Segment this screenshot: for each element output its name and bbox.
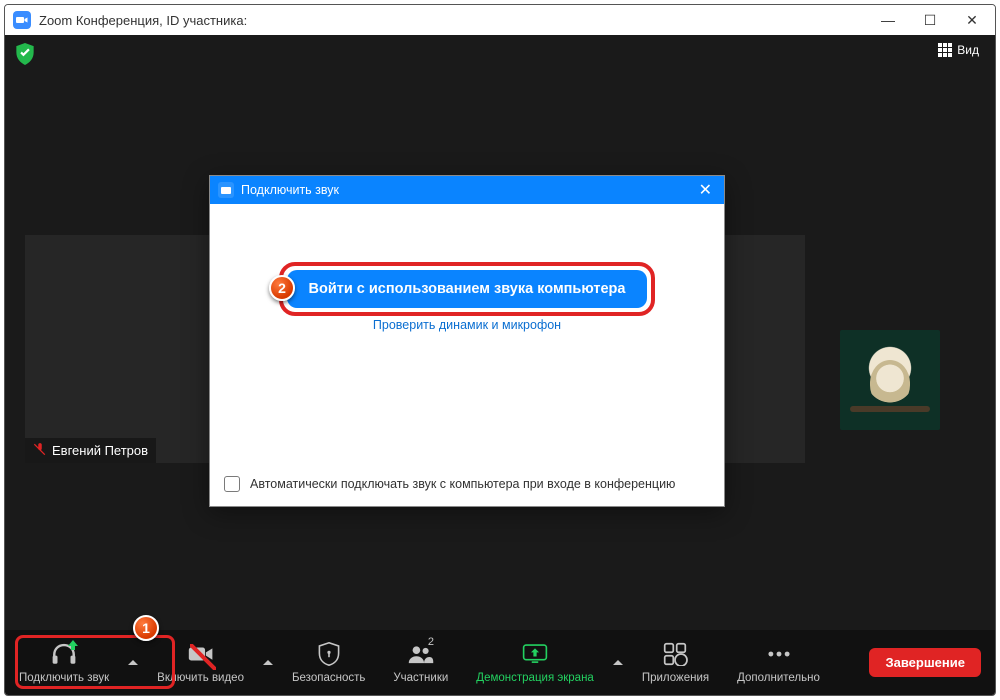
tutorial-highlight-primary-button: Войти с использованием звука компьютера xyxy=(279,262,656,316)
join-computer-audio-label: Войти с использованием звука компьютера xyxy=(309,281,626,297)
headphones-icon xyxy=(51,642,77,672)
join-audio-label: Подключить звук xyxy=(19,672,109,684)
share-screen-button[interactable]: Демонстрация экрана xyxy=(462,630,608,695)
more-button[interactable]: Дополнительно xyxy=(723,630,834,695)
end-meeting-button[interactable]: Завершение xyxy=(869,648,981,677)
muted-mic-icon xyxy=(33,442,47,459)
participants-count-badge: 2 xyxy=(428,636,434,648)
apps-label: Приложения xyxy=(642,672,709,684)
zoom-app-icon xyxy=(13,11,31,29)
tile-name-tag: Евгений Петров xyxy=(25,438,156,463)
share-screen-label: Демонстрация экрана xyxy=(476,672,594,684)
view-mode-button[interactable]: Вид xyxy=(934,41,983,59)
view-mode-label: Вид xyxy=(957,43,979,57)
window-titlebar: Zoom Конференция, ID участника: ― ☐ ✕ xyxy=(5,5,995,35)
window-title: Zoom Конференция, ID участника: xyxy=(39,13,247,28)
more-dots-icon xyxy=(766,642,792,672)
dialog-app-icon xyxy=(218,182,234,198)
remote-participant-tile[interactable] xyxy=(840,330,940,430)
more-label: Дополнительно xyxy=(737,672,820,684)
apps-icon xyxy=(662,642,688,672)
end-meeting-label: Завершение xyxy=(885,655,965,670)
join-computer-audio-button[interactable]: Войти с использованием звука компьютера xyxy=(287,270,648,308)
share-screen-icon xyxy=(522,642,548,672)
auto-join-audio-label[interactable]: Автоматически подключать звук с компьюте… xyxy=(250,477,675,491)
security-button[interactable]: Безопасность xyxy=(278,630,379,695)
tutorial-badge-2: 2 xyxy=(269,275,295,301)
apps-button[interactable]: Приложения xyxy=(628,630,723,695)
test-speaker-mic-link[interactable]: Проверить динамик и микрофон xyxy=(373,318,561,332)
participant-name-label: Евгений Петров xyxy=(52,443,148,458)
start-video-button[interactable]: Включить видео xyxy=(143,630,258,695)
tutorial-badge-1: 1 xyxy=(133,615,159,641)
audio-available-indicator-icon xyxy=(67,639,79,651)
participants-label: Участники xyxy=(393,672,448,684)
video-options-chevron[interactable] xyxy=(258,630,278,695)
security-shield-icon xyxy=(316,642,342,672)
join-audio-dialog: Подключить звук ✕ Войти с использованием… xyxy=(209,175,725,507)
security-label: Безопасность xyxy=(292,672,365,684)
participants-button[interactable]: 2 Участники xyxy=(379,630,462,695)
camera-off-icon xyxy=(188,642,214,672)
share-options-chevron[interactable] xyxy=(608,630,628,695)
dialog-close-button[interactable]: ✕ xyxy=(695,180,716,200)
window-maximize-button[interactable]: ☐ xyxy=(921,12,939,29)
start-video-label: Включить видео xyxy=(157,672,244,684)
join-audio-button[interactable]: Подключить звук xyxy=(5,630,123,695)
owl-avatar-image xyxy=(840,330,940,430)
window-close-button[interactable]: ✕ xyxy=(963,12,981,29)
auto-join-audio-checkbox[interactable] xyxy=(224,476,240,492)
encryption-shield-icon[interactable] xyxy=(15,43,35,65)
dialog-titlebar[interactable]: Подключить звук ✕ xyxy=(210,176,724,204)
window-minimize-button[interactable]: ― xyxy=(879,12,897,29)
meeting-toolbar: Подключить звук Включить видео Безопасно… xyxy=(5,630,995,695)
grid-icon xyxy=(938,43,952,57)
test-speaker-mic-label: Проверить динамик и микрофон xyxy=(373,318,561,332)
dialog-title: Подключить звук xyxy=(241,183,339,197)
